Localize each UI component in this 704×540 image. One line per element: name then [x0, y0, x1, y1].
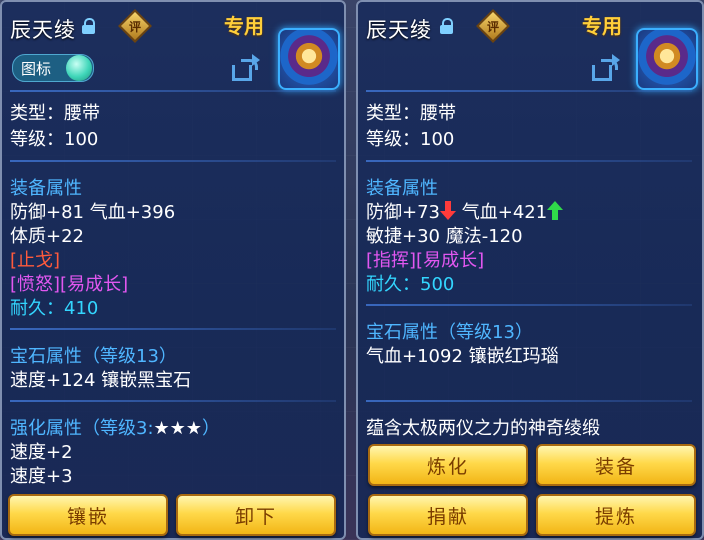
- durability-value: 410: [64, 298, 99, 319]
- divider: [366, 304, 692, 306]
- stat-line: 防御+73 气血+421: [366, 198, 564, 224]
- type-line: 类型：腰带: [10, 103, 100, 124]
- equipped-item-panel: 辰天绫 评 专用 图标 类型：腰带 等级：100 装备属性 防御+81 气血+3…: [0, 0, 346, 540]
- unequip-button[interactable]: 卸下: [176, 494, 336, 536]
- enhance-attr-header: 强化属性（等级3:★★★）: [10, 418, 220, 439]
- exclusive-label: 专用: [582, 14, 622, 38]
- enhance-line: 速度+2: [10, 442, 73, 463]
- equip-button[interactable]: 装备: [536, 444, 696, 486]
- divider: [366, 160, 692, 162]
- item-name: 辰天绫: [366, 18, 432, 42]
- divider: [10, 400, 336, 402]
- special-skill: [愤怒][易成长]: [10, 274, 129, 295]
- stat-line: 防御+81 气血+396: [10, 202, 176, 223]
- rating-badge-icon[interactable]: 评: [476, 9, 510, 43]
- lock-icon[interactable]: [440, 18, 453, 34]
- compare-item-panel: 辰天绫 评 专用 类型：腰带 等级：100 装备属性 防御+73 气血+421 …: [356, 0, 704, 540]
- up-arrow-icon: [547, 201, 564, 221]
- gem-attr-header: 宝石属性（等级13）: [366, 322, 533, 343]
- donate-button[interactable]: 捐献: [368, 494, 528, 536]
- enhance-line: 速度+3: [10, 466, 73, 487]
- enhance-stars: ★★★: [153, 418, 202, 439]
- belt-item-icon: [278, 28, 340, 90]
- durability-line: 耐久：410: [10, 294, 98, 320]
- icon-toggle-label: 图标: [21, 60, 52, 78]
- down-arrow-icon: [440, 201, 456, 221]
- special-effect: [止戈]: [10, 250, 61, 271]
- item-description: 蕴含太极两仪之力的神奇绫缎: [366, 418, 600, 439]
- share-icon[interactable]: [592, 54, 620, 81]
- icon-toggle[interactable]: 图标: [12, 54, 94, 82]
- gem-attr-header: 宝石属性（等级13）: [10, 346, 177, 367]
- inlay-button[interactable]: 镶嵌: [8, 494, 168, 536]
- equip-attr-header: 装备属性: [10, 178, 82, 199]
- type-line: 类型：腰带: [366, 103, 456, 124]
- exclusive-label: 专用: [224, 14, 264, 38]
- toggle-knob: [66, 55, 92, 81]
- divider: [10, 90, 336, 92]
- gem-line: 气血+1092 镶嵌红玛瑙: [366, 346, 559, 367]
- rating-badge-icon[interactable]: 评: [118, 9, 152, 43]
- special-skill: [指挥][易成长]: [366, 250, 485, 271]
- divider: [366, 90, 692, 92]
- divider: [366, 400, 692, 402]
- share-icon[interactable]: [232, 54, 260, 81]
- divider: [10, 328, 336, 330]
- belt-item-icon: [636, 28, 698, 90]
- extract-button[interactable]: 提炼: [536, 494, 696, 536]
- level-line: 等级：100: [366, 129, 455, 150]
- item-name: 辰天绫: [10, 18, 76, 42]
- gem-line: 速度+124 镶嵌黑宝石: [10, 370, 192, 391]
- durability-label: 耐久：: [366, 274, 420, 295]
- durability-line: 耐久：500: [366, 270, 454, 296]
- stat-line: 敏捷+30 魔法-120: [366, 226, 523, 247]
- lock-icon[interactable]: [82, 18, 95, 34]
- stat-line: 体质+22: [10, 226, 84, 247]
- durability-label: 耐久：: [10, 298, 64, 319]
- equip-attr-header: 装备属性: [366, 178, 438, 199]
- refine-button[interactable]: 炼化: [368, 444, 528, 486]
- divider: [10, 160, 336, 162]
- level-line: 等级：100: [10, 129, 99, 150]
- durability-value: 500: [420, 274, 455, 295]
